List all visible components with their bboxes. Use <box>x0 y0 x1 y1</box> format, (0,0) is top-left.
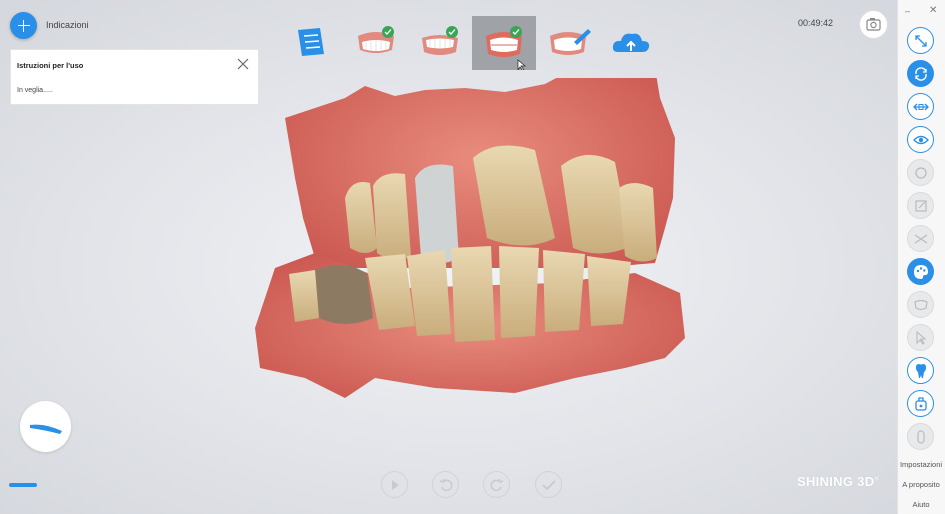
checkmark-icon <box>541 479 556 490</box>
screenshot-button[interactable] <box>859 10 888 39</box>
tooth-icon <box>915 363 926 378</box>
palette-icon <box>913 264 928 279</box>
scanner-icon <box>914 396 927 411</box>
edit-icon <box>914 199 927 212</box>
instructions-status: In veglia..... <box>17 87 53 94</box>
check-icon <box>382 26 394 38</box>
scanner-status <box>20 401 71 452</box>
edit-teeth-icon <box>550 29 591 55</box>
scissors-icon <box>914 234 927 243</box>
rotate-view-button[interactable] <box>907 60 934 87</box>
3d-dental-scan[interactable] <box>255 78 687 413</box>
document-icon <box>298 28 324 56</box>
brand-logo: SHINING 3D® <box>797 474 879 489</box>
pan-button[interactable] <box>907 93 934 120</box>
minimize-button[interactable]: – <box>905 6 910 16</box>
pan-icon <box>912 103 929 110</box>
step-lower-jaw[interactable] <box>408 16 472 70</box>
lower-jaw-icon <box>422 35 458 55</box>
eye-icon <box>912 135 929 144</box>
step-edit[interactable] <box>536 16 600 70</box>
scan-timer: 00:49:42 <box>798 18 834 28</box>
check-icon <box>510 26 522 38</box>
play-button[interactable] <box>381 471 408 498</box>
cloud-upload-icon <box>612 33 650 52</box>
jaw-view-button[interactable] <box>907 291 934 318</box>
cursor-icon <box>915 330 926 345</box>
redo-icon <box>490 478 503 491</box>
rotate-icon <box>914 66 927 81</box>
window-close-button[interactable]: ✕ <box>929 5 937 16</box>
undo-icon <box>439 478 452 491</box>
indications-label: Indicazioni <box>46 20 89 30</box>
camera-icon <box>866 18 881 31</box>
about-link[interactable]: A proposito <box>897 480 945 489</box>
brand-name: SHINING 3D <box>797 474 875 489</box>
edit-tool-button[interactable] <box>907 192 934 219</box>
step-upper-jaw[interactable] <box>344 16 408 70</box>
trim-icon <box>914 166 927 179</box>
close-icon[interactable] <box>236 57 250 71</box>
texture-button[interactable] <box>907 258 934 285</box>
settings-link[interactable]: Impostazioni <box>897 460 945 469</box>
view-toggle-button[interactable] <box>907 126 934 153</box>
bite-icon <box>486 32 526 72</box>
expand-icon <box>914 34 927 47</box>
scanner-tip-button[interactable] <box>907 390 934 417</box>
help-link[interactable]: Aiuto <box>897 500 945 509</box>
step-upload[interactable] <box>600 16 664 70</box>
scanner-handpiece-icon <box>30 424 62 434</box>
check-icon <box>446 26 458 38</box>
select-button[interactable] <box>907 324 934 351</box>
cut-button[interactable] <box>907 225 934 252</box>
brand-registered: ® <box>874 476 880 483</box>
device-icon <box>916 429 925 444</box>
trim-button[interactable] <box>907 159 934 186</box>
device-button[interactable] <box>907 423 934 450</box>
step-notes[interactable] <box>280 16 344 70</box>
step-bite[interactable] <box>472 16 536 72</box>
redo-button[interactable] <box>483 471 510 498</box>
confirm-button[interactable] <box>535 471 562 498</box>
add-indication-button[interactable] <box>10 12 37 39</box>
fullscreen-button[interactable] <box>907 27 934 54</box>
play-icon <box>391 479 399 490</box>
upper-jaw-icon <box>358 32 394 53</box>
undo-button[interactable] <box>432 471 459 498</box>
instructions-title: Istruzioni per l'uso <box>17 61 84 70</box>
scanner-indicator <box>9 483 37 487</box>
instructions-panel: Istruzioni per l'uso In veglia..... <box>10 49 259 105</box>
tooth-button[interactable] <box>907 357 934 384</box>
jaw-icon <box>913 299 928 310</box>
